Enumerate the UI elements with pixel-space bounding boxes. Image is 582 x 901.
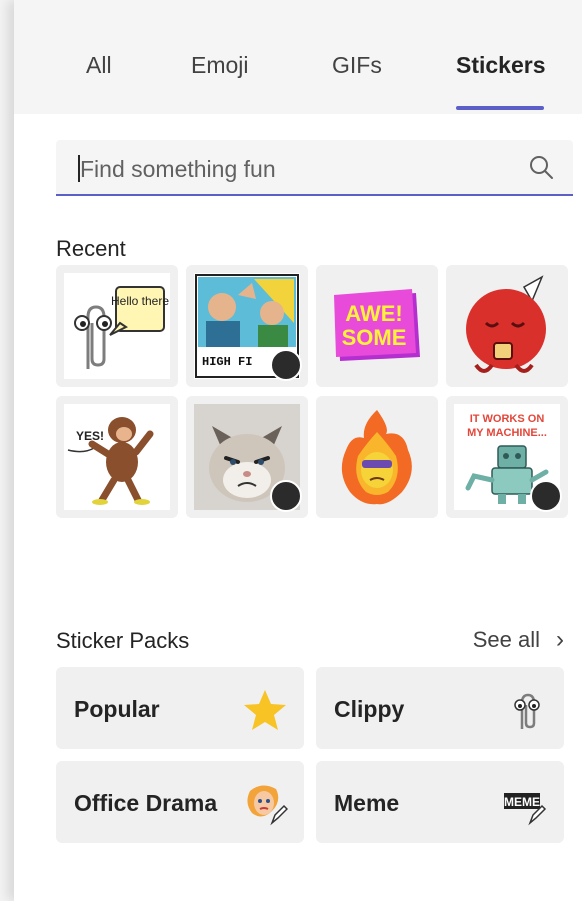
active-tab-indicator	[456, 106, 544, 110]
clippy-sticker-image: Hello there	[74, 286, 169, 369]
meme-icon: MEME	[504, 793, 547, 826]
pack-label: Popular	[74, 696, 160, 722]
pencil-icon	[272, 351, 308, 387]
tab-all[interactable]: All	[86, 52, 112, 79]
awesome-sticker-image: AWE! SOME	[334, 289, 420, 361]
pencil-icon	[272, 482, 308, 518]
paperclip-icon	[514, 693, 540, 729]
sticker-awesome[interactable]: AWE! SOME	[316, 265, 438, 387]
edit-sticker-button[interactable]	[270, 349, 302, 381]
monkey-yes-sticker-image: YES!	[67, 417, 154, 505]
tab-bar: All Emoji GIFs Stickers	[14, 0, 582, 114]
sticker-high-five[interactable]: HIGH FI	[186, 265, 308, 387]
pack-popular[interactable]: Popular	[56, 667, 304, 749]
pencil-icon	[532, 482, 568, 518]
pack-office-drama[interactable]: Office Drama	[56, 761, 304, 843]
tab-gifs[interactable]: GIFs	[332, 52, 382, 79]
svg-text:SOME: SOME	[342, 325, 407, 350]
sticker-red-creature[interactable]	[446, 265, 568, 387]
see-all-link[interactable]: See all ›	[473, 626, 564, 654]
chevron-right-icon: ›	[556, 626, 564, 653]
edit-sticker-button[interactable]	[270, 480, 302, 512]
recent-heading: Recent	[56, 236, 126, 261]
search-box[interactable]	[56, 140, 573, 196]
pack-clippy[interactable]: Clippy	[316, 667, 564, 749]
svg-text:MEME: MEME	[504, 795, 540, 809]
pack-label: Meme	[334, 790, 400, 816]
sticker-picker-panel: All Emoji GIFs Stickers Recent Hello the…	[14, 0, 582, 901]
fire-character-sticker-image	[341, 410, 412, 505]
see-all-label: See all	[472, 627, 540, 652]
sticker-monkey-yes[interactable]: YES!	[56, 396, 178, 518]
search-icon[interactable]	[527, 154, 555, 182]
tab-stickers[interactable]: Stickers	[456, 52, 546, 79]
svg-text:MY MACHINE...: MY MACHINE...	[467, 427, 547, 439]
pack-meme[interactable]: Meme MEME	[316, 761, 564, 843]
svg-text:AWE!: AWE!	[345, 301, 402, 326]
drama-face-icon	[247, 785, 288, 826]
sticker-caption: HIGH FI	[202, 355, 252, 369]
star-icon	[244, 690, 286, 730]
sticker-fire-character[interactable]	[316, 396, 438, 518]
pack-label: Office Drama	[74, 790, 218, 816]
edit-sticker-button[interactable]	[530, 480, 562, 512]
tab-emoji[interactable]: Emoji	[191, 52, 249, 79]
sticker-packs-heading: Sticker Packs	[56, 628, 190, 653]
sticker-it-works[interactable]: IT WORKS ON MY MACHINE...	[446, 396, 568, 518]
pack-label: Clippy	[334, 696, 405, 722]
red-creature-sticker-image	[466, 275, 546, 373]
sticker-clippy-hello[interactable]: Hello there	[56, 265, 178, 387]
sticker-caption: Hello there	[111, 294, 169, 308]
sticker-grumpy-cat[interactable]	[186, 396, 308, 518]
svg-text:IT WORKS ON: IT WORKS ON	[470, 413, 545, 425]
search-input[interactable]	[78, 150, 502, 188]
sticker-caption: YES!	[76, 429, 104, 443]
